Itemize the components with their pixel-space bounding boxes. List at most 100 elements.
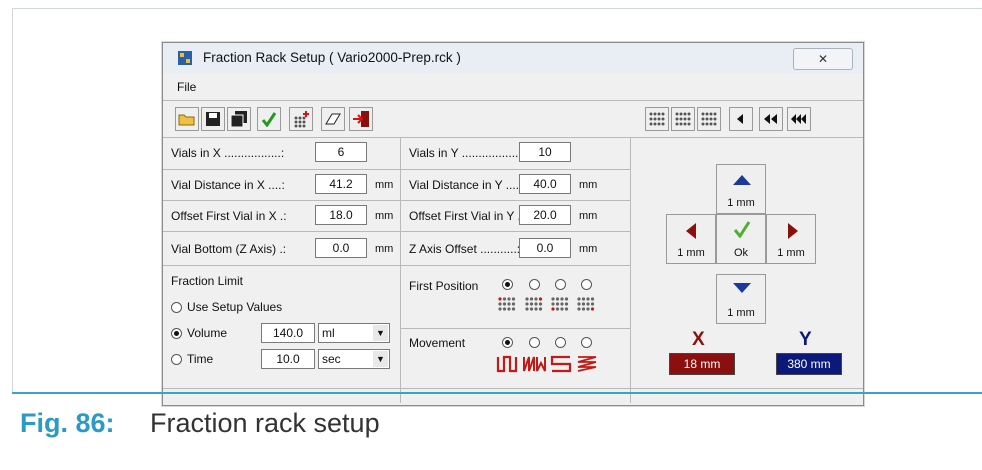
page-border: [12, 8, 13, 392]
divider: [163, 388, 863, 389]
arrow-down-icon: [733, 283, 751, 293]
vial-distance-x-input[interactable]: 41.2: [315, 174, 367, 194]
rack-grid-2-icon[interactable]: [671, 107, 695, 131]
jog-ok-button[interactable]: Ok: [716, 214, 766, 264]
x-axis-value: 18 mm: [669, 353, 735, 375]
add-rack-icon[interactable]: [289, 107, 313, 131]
jog-step-label: 1 mm: [677, 247, 705, 259]
divider: [163, 169, 630, 170]
jog-up-button[interactable]: 1 mm: [716, 164, 766, 214]
time-unit-select[interactable]: sec ▼: [318, 349, 390, 369]
vials-x-label: Vials in X .................:: [171, 146, 285, 160]
time-radio[interactable]: [171, 354, 182, 365]
unit-label: mm: [579, 243, 598, 255]
unit-label: mm: [375, 210, 394, 222]
fraction-rack-setup-window: Fraction Rack Setup ( Vario2000-Prep.rck…: [162, 42, 864, 406]
movement-radio-1[interactable]: [502, 337, 513, 348]
open-folder-icon[interactable]: [175, 107, 199, 131]
vials-y-input[interactable]: 10: [519, 142, 571, 162]
movement-zigzag-icon: [522, 355, 546, 378]
figure-number: Fig. 86:: [20, 408, 115, 438]
time-input[interactable]: 10.0: [261, 349, 315, 369]
chevron-down-icon: ▼: [373, 325, 388, 341]
title-bar: Fraction Rack Setup ( Vario2000-Prep.rck…: [163, 43, 863, 73]
save-icon[interactable]: [201, 107, 225, 131]
vial-bottom-input[interactable]: 0.0: [315, 238, 367, 258]
movement-radio-4[interactable]: [581, 337, 592, 348]
rack-corner-4-icon: [576, 296, 596, 317]
unit-label: mm: [579, 210, 598, 222]
step-back-2-icon[interactable]: [759, 107, 783, 131]
divider: [163, 200, 630, 201]
z-axis-offset-label: Z Axis Offset ...........:: [409, 242, 521, 256]
menu-file[interactable]: File: [177, 80, 196, 94]
first-position-radio-2[interactable]: [529, 279, 540, 290]
jog-step-label: 1 mm: [777, 247, 805, 259]
y-axis-value: 380 mm: [776, 353, 842, 375]
movement-rows-icon: [576, 355, 598, 378]
vials-x-input[interactable]: 6: [315, 142, 367, 162]
first-position-radio-1[interactable]: [502, 279, 513, 290]
eraser-icon[interactable]: [321, 107, 345, 131]
save-all-icon[interactable]: [227, 107, 251, 131]
movement-meander-icon: [496, 355, 518, 378]
use-setup-values-radio[interactable]: [171, 302, 182, 313]
divider: [163, 137, 863, 138]
unit-label: mm: [375, 179, 394, 191]
vial-distance-y-label: Vial Distance in Y ....:: [409, 178, 523, 192]
y-axis-label: Y: [799, 329, 812, 350]
rack-grid-3-icon[interactable]: [697, 107, 721, 131]
divider: [400, 137, 401, 403]
rack-corner-1-icon: [497, 296, 517, 317]
jog-ok-label: Ok: [733, 247, 749, 259]
confirm-check-icon[interactable]: [257, 107, 281, 131]
jog-step-label: 1 mm: [727, 307, 755, 319]
time-label: Time: [187, 352, 214, 366]
rack-grid-1-icon[interactable]: [645, 107, 669, 131]
movement-label: Movement: [409, 336, 466, 350]
step-back-3-icon[interactable]: [787, 107, 811, 131]
divider: [630, 137, 631, 403]
jog-step-label: 1 mm: [727, 197, 755, 209]
close-button[interactable]: ✕: [793, 48, 853, 70]
check-icon: [733, 221, 751, 238]
arrow-left-icon: [686, 223, 696, 239]
x-axis-label: X: [692, 329, 705, 350]
jog-down-button[interactable]: 1 mm: [716, 274, 766, 324]
movement-snake-icon: [550, 355, 572, 378]
divider: [163, 100, 863, 101]
fraction-limit-title: Fraction Limit: [171, 274, 244, 288]
jog-left-button[interactable]: 1 mm: [666, 214, 716, 264]
caption-divider: [12, 392, 982, 394]
exit-icon[interactable]: [349, 107, 373, 131]
vials-y-label: Vials in Y .................:: [409, 146, 522, 160]
arrow-up-icon: [733, 175, 751, 185]
first-position-label: First Position: [409, 279, 479, 293]
rack-corner-3-icon: [550, 296, 570, 317]
movement-radio-3[interactable]: [555, 337, 566, 348]
volume-unit-select[interactable]: ml ▼: [318, 323, 390, 343]
volume-radio[interactable]: [171, 328, 182, 339]
movement-radio-2[interactable]: [529, 337, 540, 348]
chevron-down-icon: ▼: [373, 351, 388, 367]
z-axis-offset-input[interactable]: 0.0: [519, 238, 571, 258]
divider: [400, 328, 630, 329]
vial-distance-y-input[interactable]: 40.0: [519, 174, 571, 194]
app-icon: [177, 50, 193, 66]
first-position-radio-4[interactable]: [581, 279, 592, 290]
step-back-1-icon[interactable]: [729, 107, 753, 131]
unit-label: mm: [375, 243, 394, 255]
offset-first-vial-y-input[interactable]: 20.0: [519, 205, 571, 225]
volume-label: Volume: [187, 326, 228, 340]
unit-label: mm: [579, 179, 598, 191]
first-position-radio-3[interactable]: [555, 279, 566, 290]
use-setup-values-label: Use Setup Values: [187, 300, 283, 314]
time-unit-value: sec: [322, 352, 341, 366]
divider: [163, 265, 630, 266]
volume-input[interactable]: 140.0: [261, 323, 315, 343]
jog-right-button[interactable]: 1 mm: [766, 214, 816, 264]
vial-bottom-label: Vial Bottom (Z Axis) .:: [171, 242, 287, 256]
rack-corner-2-icon: [524, 296, 544, 317]
offset-first-vial-x-label: Offset First Vial in X .:: [171, 209, 287, 223]
offset-first-vial-x-input[interactable]: 18.0: [315, 205, 367, 225]
